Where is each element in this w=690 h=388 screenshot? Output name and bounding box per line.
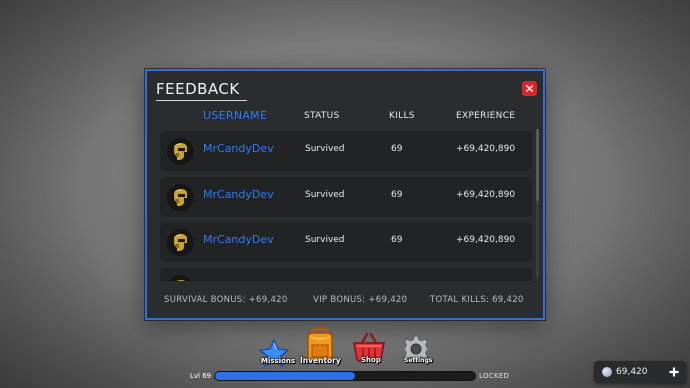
vip-bonus: VIP BONUS: +69,420	[313, 295, 408, 305]
currency-display: 69,420	[594, 361, 686, 383]
row-kills: 69	[391, 235, 403, 245]
table-row: MrCandyDev Survived 69 +69,420,890	[160, 177, 532, 217]
helmet-avatar-icon	[167, 229, 194, 256]
row-username: MrCandyDev	[203, 233, 274, 246]
missions-label: Missions	[261, 357, 296, 365]
helmet-avatar-icon	[167, 275, 194, 281]
coin-icon	[602, 367, 612, 377]
table-row: MrCandyDev Survived 69 +69,420,890	[160, 131, 532, 171]
plus-icon	[669, 367, 679, 377]
feedback-panel: FEEDBACK USERNAME STATUS KILLS EXPERIENC…	[145, 69, 545, 320]
row-status: Survived	[305, 235, 345, 245]
helmet-avatar-icon	[167, 184, 194, 211]
scrollbar-thumb[interactable]	[536, 129, 539, 201]
survival-bonus: SURVIVAL BONUS: +69,420	[164, 295, 288, 305]
column-header-username: USERNAME	[203, 109, 268, 122]
close-icon	[526, 85, 533, 92]
column-header-experience: EXPERIENCE	[456, 111, 516, 121]
column-header-kills: KILLS	[389, 111, 415, 121]
player-list[interactable]: MrCandyDev Survived 69 +69,420,890 MrCan…	[160, 131, 532, 281]
close-button[interactable]	[522, 81, 537, 96]
xp-progress-fill	[215, 372, 356, 380]
row-username: MrCandyDev	[203, 188, 274, 201]
row-experience: +69,420,890	[456, 144, 516, 154]
row-status: Survived	[305, 190, 345, 200]
helmet-avatar-icon	[167, 138, 194, 165]
scrollbar[interactable]	[536, 129, 539, 279]
inventory-label: Inventory	[300, 356, 341, 365]
row-kills: 69	[391, 144, 403, 154]
row-experience: +69,420,890	[456, 235, 516, 245]
row-kills: 69	[391, 190, 403, 200]
shop-label: Shop	[361, 356, 381, 364]
panel-title: FEEDBACK	[156, 80, 247, 101]
xp-progress-bar	[214, 371, 476, 381]
total-kills: TOTAL KILLS: 69,420	[430, 295, 524, 305]
row-username: MrCandyDev	[203, 142, 274, 155]
row-experience: +69,420,890	[456, 190, 516, 200]
column-header-status: STATUS	[304, 111, 340, 121]
settings-label: Settings	[404, 357, 433, 364]
row-status: Survived	[305, 144, 345, 154]
locked-label: LOCKED	[479, 372, 510, 380]
table-row: MrCandyDev Survived 69 +69,420,890	[160, 222, 532, 262]
currency-value: 69,420	[616, 367, 648, 377]
table-row-partial	[160, 268, 532, 281]
level-label: Lvl 69	[190, 372, 212, 380]
add-currency-button[interactable]	[666, 364, 682, 380]
